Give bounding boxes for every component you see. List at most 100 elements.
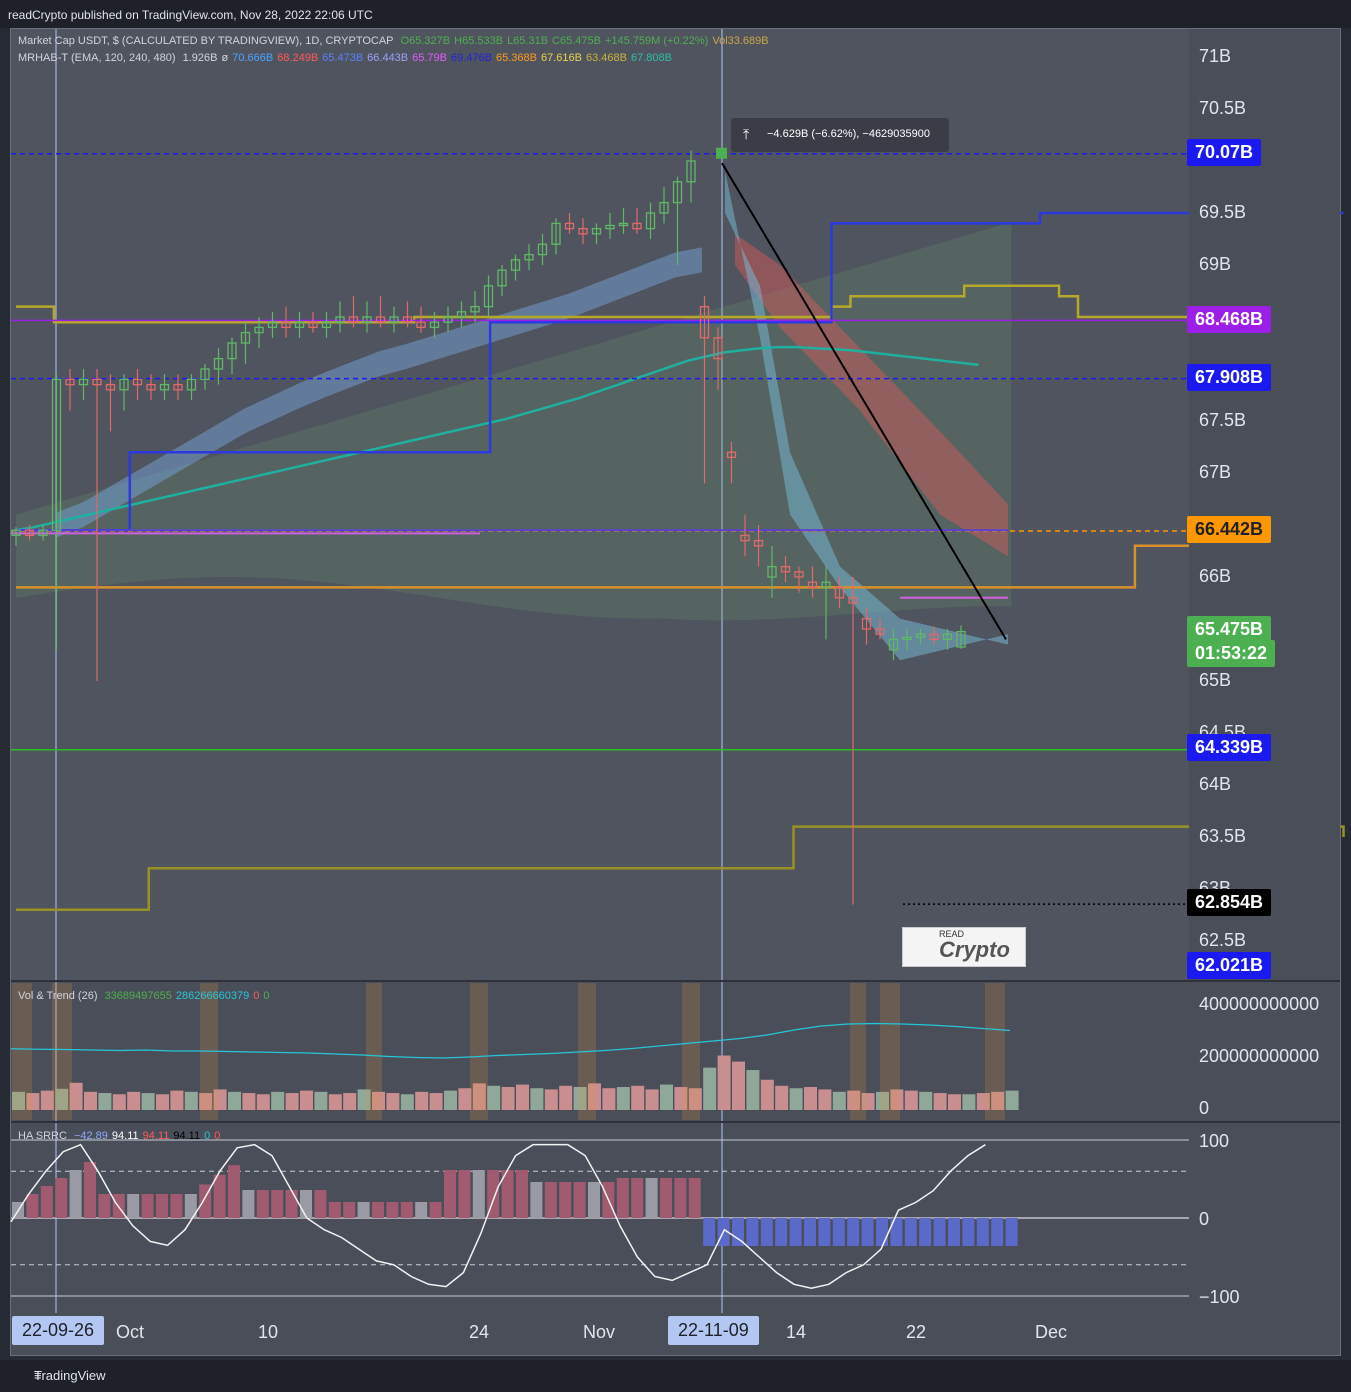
oscillator-bar [429, 1202, 442, 1218]
oscillator-bar [832, 1218, 845, 1246]
price-badge: 62.854B [1187, 889, 1272, 916]
time-highlight: 22-09-26 [12, 1316, 105, 1345]
oscillator-bar [588, 1182, 600, 1218]
oscillator-bar [213, 1174, 226, 1218]
volume-highlight [470, 983, 488, 1120]
volume-bar [156, 1094, 169, 1110]
volume-bar [300, 1090, 313, 1110]
price-badge: 67.908B [1187, 364, 1272, 391]
volume-bar [429, 1093, 443, 1110]
oscillator-bar [300, 1190, 312, 1218]
oscillator-bar [26, 1194, 39, 1218]
oscillator-bar [861, 1218, 874, 1246]
volume-bar [818, 1089, 832, 1110]
indicator-value: ø [221, 52, 229, 64]
indicator-value: 65.473B [322, 52, 364, 64]
oscillator-value: 94.11 [173, 1130, 201, 1142]
pane-separator-1[interactable] [11, 980, 1340, 982]
oscillator-bar [256, 1190, 269, 1218]
oscillator-bar [228, 1165, 240, 1218]
volume-bar [487, 1085, 501, 1110]
ohlc-value: Vol33.689B [712, 35, 769, 47]
oscillator-bar [84, 1162, 96, 1218]
oscillator-value: 0 [204, 1130, 211, 1142]
ohlc-value: L65.31B [507, 35, 549, 47]
oscillator-bar [415, 1202, 428, 1218]
volume-highlight [985, 983, 1005, 1120]
volume-bar [516, 1084, 529, 1110]
volume-bar [1005, 1090, 1019, 1110]
measure-label: −4.629B (−6.62%), −4629035900 [767, 128, 930, 140]
oscillator-bar [818, 1218, 831, 1246]
oscillator-bar [343, 1202, 356, 1218]
oscillator-legend: HA SRRC −42.89 94.11 94.11 94.11 0 0 [18, 1130, 228, 1142]
volume-tick: 400000000000 [1199, 994, 1320, 1014]
chart-canvas[interactable] [0, 0, 1351, 1392]
oscillator-bar [127, 1194, 140, 1218]
volume-bar [285, 1093, 299, 1110]
oscillator-value: 94.11 [142, 1130, 170, 1142]
main-legend: Market Cap USDT, $ (CALCULATED BY TRADIN… [18, 35, 777, 47]
indicator-value: 70.666B [232, 52, 274, 64]
oscillator-tick: −100 [1199, 1287, 1240, 1307]
volume-bar [501, 1087, 515, 1110]
volume-bar [141, 1093, 155, 1110]
readcrypto-logo: READ Crypto [902, 927, 1026, 967]
volume-bar [84, 1091, 97, 1110]
indicator-value: 63.468B [585, 52, 627, 64]
volume-bar [804, 1087, 817, 1110]
oscillator-bar [631, 1178, 644, 1218]
peak-marker [716, 147, 727, 159]
volume-bar [271, 1091, 285, 1110]
volume-bar [789, 1088, 803, 1110]
volume-bar [703, 1067, 717, 1110]
volume-bar [832, 1091, 846, 1110]
price-badge: 66.442B [1187, 516, 1272, 543]
volume-bar [544, 1089, 558, 1110]
time-label: Dec [1035, 1322, 1068, 1342]
pane-separator-2[interactable] [11, 1121, 1340, 1123]
ohlc-value: +145.759M (+0.22%) [604, 35, 709, 47]
oscillator-bar [328, 1202, 341, 1218]
volume-bar [127, 1091, 141, 1110]
oscillator-bar [976, 1218, 989, 1246]
logo-crypto: Crypto [939, 937, 1010, 962]
oscillator-bar [69, 1170, 82, 1218]
volume-bar [314, 1091, 328, 1110]
oscillator-bar [962, 1218, 975, 1246]
indicator-value: 65.79B [412, 52, 448, 64]
ruler-icon: ⤒ [743, 126, 750, 142]
indicator-values: 1.926B ø 70.666B 68.249B 65.473B 66.443B 65.79… [183, 52, 676, 64]
oscillator-bar [904, 1218, 917, 1246]
oscillator-bar [458, 1170, 471, 1218]
volume-bar [40, 1090, 54, 1110]
oscillator-bar [559, 1182, 572, 1218]
volume-bar [602, 1088, 616, 1110]
volume-bar [530, 1088, 544, 1110]
oscillator-bar [660, 1178, 672, 1218]
volume-value: 33689497655 [104, 990, 172, 1002]
price-tick: 64B [1199, 774, 1232, 794]
volume-tick: 0 [1199, 1098, 1210, 1118]
oscillator-bar [141, 1194, 154, 1218]
ohlc-value: H65.533B [454, 35, 504, 47]
price-badge: 64.339B [1187, 734, 1272, 761]
indicator-value: 68.249B [277, 52, 319, 64]
oscillator-bar [746, 1218, 759, 1246]
oscillator-bar [472, 1170, 485, 1218]
oscillator-bar [242, 1190, 255, 1218]
volume-highlight [880, 983, 900, 1120]
volume-legend: Vol & Trend (26) 33689497655 286266660379… [18, 990, 278, 1002]
volume-bar [112, 1094, 126, 1110]
price-tick: 69.5B [1199, 202, 1247, 222]
oscillator-bar [991, 1218, 1004, 1246]
volume-bar [328, 1094, 342, 1110]
oscillator-tick: 100 [1199, 1131, 1230, 1151]
oscillator-bar [285, 1190, 298, 1218]
price-badge: 62.021B [1187, 952, 1272, 979]
oscillator-bar [674, 1178, 687, 1218]
indicator-title: MRHAB-T (EMA, 120, 240, 480) [18, 52, 176, 64]
time-label: 24 [469, 1322, 490, 1342]
time-label: Nov [583, 1322, 616, 1342]
volume-title: Vol & Trend (26) [18, 990, 98, 1002]
